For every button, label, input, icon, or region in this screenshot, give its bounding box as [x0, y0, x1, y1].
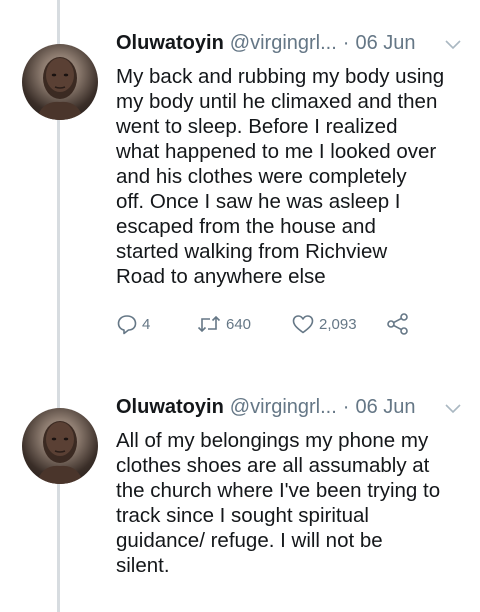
- tweet-date[interactable]: 06 Jun: [355, 32, 415, 55]
- tweet-text-line: escaped from the house and: [116, 215, 376, 238]
- chevron-down-icon[interactable]: [444, 402, 462, 416]
- tweet-date[interactable]: 06 Jun: [355, 396, 415, 419]
- tweet-content: Oluwatoyin @virgingrl... · 06 Jun My bac…: [116, 32, 466, 337]
- like-button[interactable]: 2,093: [291, 313, 386, 335]
- chevron-down-icon[interactable]: [444, 38, 462, 52]
- tweet-text: All of my belongings my phone my clothes…: [116, 428, 461, 578]
- tweet-text-line: Road to anywhere else: [116, 265, 326, 288]
- tweet-text-line: the church where I've been trying to: [116, 479, 441, 502]
- author-handle[interactable]: @virgingrl...: [230, 396, 337, 419]
- tweet-text-line: track since I sought spiritual: [116, 504, 369, 527]
- share-button[interactable]: [386, 312, 410, 336]
- separator: ·: [342, 396, 350, 418]
- separator: ·: [342, 32, 350, 54]
- tweet-text-line: went to sleep. Before I realized: [116, 115, 398, 138]
- tweet-text: My back and rubbing my body using my bod…: [116, 64, 461, 289]
- like-icon: [292, 315, 314, 334]
- tweet-text-line: my body until he climaxed and then: [116, 90, 438, 113]
- tweet-actions: 4 640 2,093: [116, 311, 466, 337]
- retweet-count: 640: [226, 315, 252, 333]
- tweet-text-line: clothes shoes are all assumably at: [116, 454, 430, 477]
- tweet-text-line: and his clothes were completely: [116, 165, 407, 188]
- retweet-button[interactable]: 640: [196, 313, 291, 335]
- tweet-text-line: started walking from Richview: [116, 240, 388, 263]
- author-name[interactable]: Oluwatoyin: [116, 396, 224, 419]
- tweet-content: Oluwatoyin @virgingrl... · 06 Jun All of…: [116, 396, 466, 578]
- tweet-text-line: guidance/ refuge. I will not be: [116, 529, 383, 552]
- tweet-text-line: My back and rubbing my body using: [116, 65, 445, 88]
- author-name[interactable]: Oluwatoyin: [116, 32, 224, 55]
- tweet-text-line: silent.: [116, 554, 170, 577]
- reply-button[interactable]: 4: [116, 313, 196, 335]
- tweet-text-line: off. Once I saw he was asleep I: [116, 190, 401, 213]
- reply-count: 4: [142, 315, 151, 333]
- like-count: 2,093: [319, 315, 357, 333]
- share-icon: [387, 313, 408, 335]
- avatar[interactable]: [22, 44, 98, 120]
- reply-icon: [117, 315, 137, 335]
- tweet-header: Oluwatoyin @virgingrl... · 06 Jun: [116, 32, 466, 62]
- author-handle[interactable]: @virgingrl...: [230, 32, 337, 55]
- retweet-icon: [197, 315, 221, 333]
- tweet-text-line: All of my belongings my phone my: [116, 429, 429, 452]
- tweet-text-line: what happened to me I looked over: [116, 140, 437, 163]
- avatar[interactable]: [22, 408, 98, 484]
- tweet-header: Oluwatoyin @virgingrl... · 06 Jun: [116, 396, 466, 426]
